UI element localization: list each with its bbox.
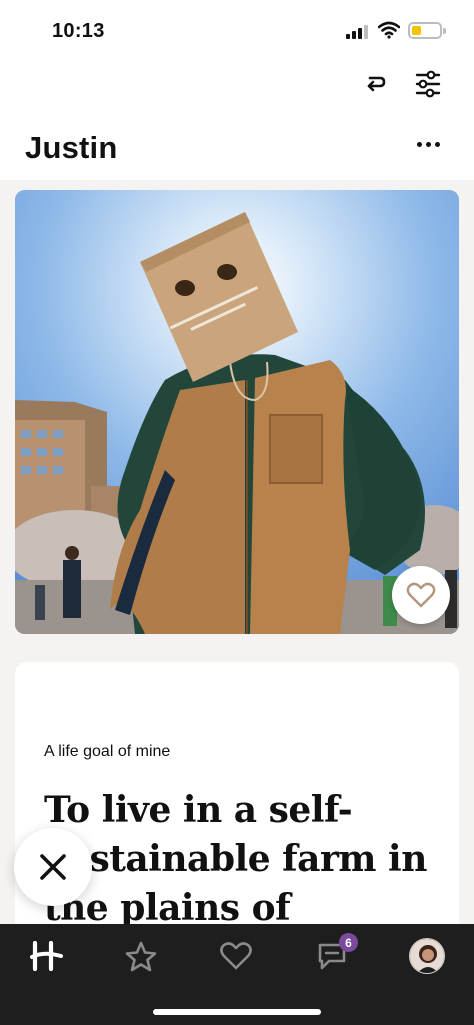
tab-standouts[interactable] xyxy=(121,936,161,976)
tab-likes[interactable] xyxy=(216,936,256,976)
profile-name: Justin xyxy=(25,130,118,165)
undo-button[interactable] xyxy=(358,66,394,102)
star-icon xyxy=(125,941,157,972)
tab-profile[interactable] xyxy=(407,936,447,976)
hinge-logo-icon xyxy=(30,940,63,972)
heart-icon xyxy=(406,582,436,608)
prompt-answer: To live in a self-sustainable farm in th… xyxy=(44,789,427,929)
prompt-question: A life goal of mine xyxy=(44,743,171,760)
undo-arrow-icon xyxy=(367,76,386,92)
more-options-button[interactable] xyxy=(408,130,448,158)
avatar xyxy=(409,938,445,974)
x-close-icon xyxy=(40,854,66,880)
status-time: 10:13 xyxy=(52,20,105,42)
status-bar: 10:13 xyxy=(0,0,474,62)
tab-home[interactable] xyxy=(27,936,67,976)
sliders-filter-icon xyxy=(415,70,441,98)
skip-button[interactable] xyxy=(14,828,92,906)
cellular-signal-icon xyxy=(346,25,372,39)
battery-icon xyxy=(408,22,446,39)
like-photo-button[interactable] xyxy=(392,566,450,624)
wifi-icon xyxy=(377,21,401,39)
top-actions-bar xyxy=(0,62,474,114)
ellipsis-icon xyxy=(416,141,422,147)
matches-badge: 6 xyxy=(339,933,358,952)
heart-icon xyxy=(220,942,252,970)
profile-photo[interactable] xyxy=(15,190,459,634)
home-indicator xyxy=(153,1009,321,1015)
filter-button[interactable] xyxy=(410,66,446,102)
